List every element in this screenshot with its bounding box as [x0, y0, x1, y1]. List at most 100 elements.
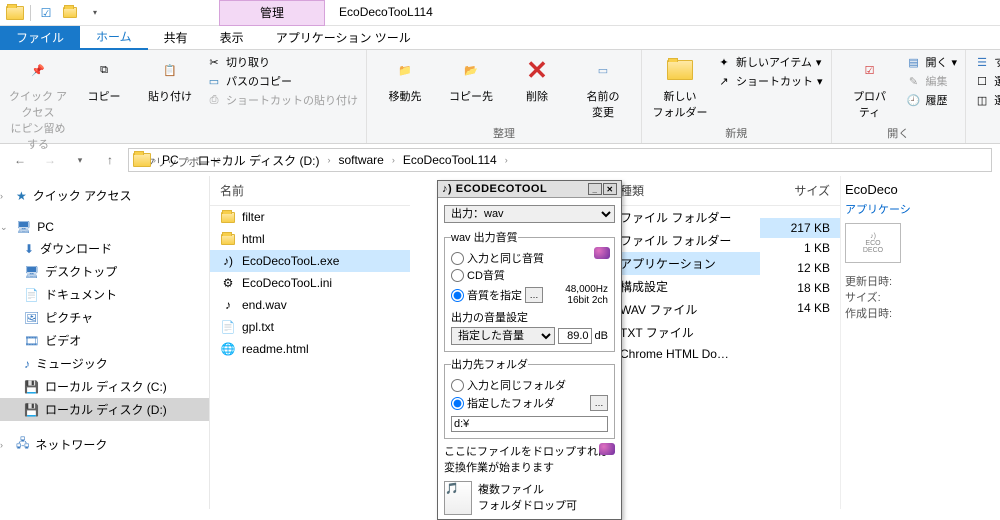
column-header-name[interactable]: 名前	[210, 176, 410, 206]
copyto-button[interactable]: 📂コピー先	[441, 54, 501, 104]
column-header-kind[interactable]: 種類	[610, 176, 760, 206]
file-size[interactable]: 12 KB	[760, 258, 840, 278]
file-row[interactable]: ♪)EcoDecoTooL.exe	[210, 250, 410, 272]
back-button[interactable]: ←	[8, 148, 32, 172]
edit-button[interactable]: ✎編集	[906, 73, 958, 89]
nav-item[interactable]: 🎞ビデオ	[0, 329, 209, 352]
details-size-label: サイズ:	[845, 289, 911, 305]
file-kind[interactable]: WAV ファイル	[610, 298, 760, 321]
quality-same-radio[interactable]: 入力と同じ音質	[451, 250, 608, 266]
output-format-select[interactable]: 出力：wav	[444, 205, 615, 223]
quick-access-node[interactable]: ›★クイック アクセス	[0, 184, 209, 207]
new-shortcut-button[interactable]: ↗ショートカット ▾	[716, 73, 823, 89]
file-tab[interactable]: ファイル	[0, 26, 80, 50]
invert-selection-button[interactable]: ◫選択の切り替え	[974, 92, 1000, 108]
breadcrumb-segment[interactable]: EcoDecoTooL114	[399, 153, 501, 167]
breadcrumb-segment[interactable]: ローカル ディスク (D:)	[194, 152, 324, 169]
up-button[interactable]: ↑	[98, 148, 122, 172]
chevron-right-icon[interactable]: ›	[185, 155, 192, 165]
column-header-size[interactable]: サイズ	[760, 176, 840, 206]
rename-button[interactable]: ▭名前の 変更	[573, 54, 633, 120]
cut-button[interactable]: ✂切り取り	[206, 54, 358, 70]
paste-shortcut-button[interactable]: ⎙ショートカットの貼り付け	[206, 92, 358, 108]
history-button[interactable]: 🕘履歴	[906, 92, 958, 108]
close-button[interactable]: ✕	[603, 183, 617, 195]
file-kind[interactable]: ファイル フォルダー	[610, 206, 760, 229]
file-row[interactable]: ♪end.wav	[210, 294, 410, 316]
file-kind[interactable]: Chrome HTML Do…	[610, 344, 760, 364]
nav-item[interactable]: 📄ドキュメント	[0, 283, 209, 306]
file-row[interactable]: 📄gpl.txt	[210, 316, 410, 338]
paste-button[interactable]: 📋 貼り付け	[140, 54, 200, 104]
output-path-input[interactable]	[451, 416, 608, 432]
file-kind[interactable]: 構成設定	[610, 275, 760, 298]
file-kind[interactable]: アプリケーション	[610, 252, 760, 275]
qat-properties-icon[interactable]: ☑	[37, 4, 55, 22]
nav-item[interactable]: ♪ミュージック	[0, 352, 209, 375]
details-title: EcoDeco	[845, 182, 911, 197]
volume-mode-select[interactable]: 指定した音量	[451, 327, 555, 345]
home-tab[interactable]: ホーム	[80, 26, 148, 50]
help-icon[interactable]	[599, 443, 615, 455]
outfolder-same-radio[interactable]: 入力と同じフォルダ	[451, 377, 608, 393]
details-thumbnail: ♪)ECODECO	[845, 223, 901, 263]
nav-item[interactable]: 💾ローカル ディスク (D:)	[0, 398, 209, 421]
nav-item[interactable]: 🖼ピクチャ	[0, 306, 209, 329]
organize-group-label: 整理	[375, 123, 633, 141]
outfolder-spec-radio[interactable]: 指定したフォルダ	[451, 395, 555, 411]
ecodecotool-window[interactable]: ♪) ECODECOTOOL _ ✕ 出力：wav wav 出力音質 入力と同じ…	[437, 180, 622, 520]
help-icon[interactable]	[594, 247, 610, 259]
file-size[interactable]: 18 KB	[760, 278, 840, 298]
pc-node[interactable]: ⌄🖥PC	[0, 217, 209, 237]
file-row[interactable]: html	[210, 228, 410, 250]
copy-button[interactable]: ⧉ コピー	[74, 54, 134, 104]
open-button[interactable]: ▤開く ▾	[906, 54, 958, 70]
select-none-button[interactable]: ☐選択解除	[974, 73, 1000, 89]
chevron-right-icon[interactable]: ›	[503, 155, 510, 165]
breadcrumb[interactable]: › PC›ローカル ディスク (D:)›software›EcoDecoTooL…	[128, 148, 992, 172]
forward-button[interactable]: →	[38, 148, 62, 172]
apptools-tab[interactable]: アプリケーション ツール	[266, 26, 421, 50]
chevron-right-icon[interactable]: ›	[151, 155, 158, 165]
nav-item[interactable]: 💾ローカル ディスク (C:)	[0, 375, 209, 398]
pin-to-quickaccess-button[interactable]: 📌 クイック アクセス にピン留めする	[8, 54, 68, 152]
recent-locations-button[interactable]: ▾	[68, 148, 92, 172]
select-all-button[interactable]: ☰すべて選択	[974, 54, 1000, 70]
properties-button[interactable]: ☑プロパ ティ	[840, 54, 900, 120]
drop-target-icon[interactable]: 🎵	[444, 481, 472, 515]
file-size[interactable]: 217 KB	[760, 218, 840, 238]
navigation-pane[interactable]: ›★クイック アクセス ⌄🖥PC ⬇ダウンロード🖥デスクトップ📄ドキュメント🖼ピ…	[0, 176, 210, 509]
view-tab[interactable]: 表示	[204, 26, 260, 50]
qat-customize[interactable]	[85, 4, 103, 22]
chevron-right-icon[interactable]: ›	[326, 155, 333, 165]
nav-item[interactable]: ⬇ダウンロード	[0, 237, 209, 260]
new-item-button[interactable]: ✦新しいアイテム ▾	[716, 54, 823, 70]
copy-path-button[interactable]: ▭パスのコピー	[206, 73, 358, 89]
volume-value-input[interactable]	[558, 328, 592, 344]
browse-folder-button[interactable]: …	[590, 395, 608, 411]
quality-spec-radio[interactable]: 音質を指定	[451, 287, 522, 303]
breadcrumb-segment[interactable]: software	[335, 153, 388, 167]
file-row[interactable]: 🌐readme.html	[210, 338, 410, 360]
breadcrumb-segment[interactable]: PC	[158, 153, 183, 167]
moveto-button[interactable]: 📁移動先	[375, 54, 435, 104]
file-size[interactable]: 1 KB	[760, 238, 840, 258]
file-row[interactable]: filter	[210, 206, 410, 228]
file-row[interactable]: ⚙EcoDecoTooL.ini	[210, 272, 410, 294]
context-tab-manage[interactable]: 管理	[219, 0, 325, 26]
file-kind[interactable]: ファイル フォルダー	[610, 229, 760, 252]
chevron-right-icon[interactable]: ›	[390, 155, 397, 165]
new-folder-button[interactable]: 新しい フォルダー	[650, 54, 710, 120]
minimize-button[interactable]: _	[588, 183, 602, 195]
file-size[interactable]: 14 KB	[760, 298, 840, 318]
share-tab[interactable]: 共有	[148, 26, 204, 50]
delete-button[interactable]: ✕削除	[507, 54, 567, 104]
quality-cd-radio[interactable]: CD音質	[451, 267, 608, 283]
file-kind[interactable]: TXT ファイル	[610, 321, 760, 344]
network-node[interactable]: ›🖧ネットワーク	[0, 431, 209, 458]
nav-item[interactable]: 🖥デスクトップ	[0, 260, 209, 283]
qat-newfolder-icon[interactable]	[61, 4, 79, 22]
app-icon	[6, 4, 24, 22]
copyto-icon: 📂	[455, 54, 487, 86]
quality-detail-button[interactable]: …	[525, 287, 543, 303]
